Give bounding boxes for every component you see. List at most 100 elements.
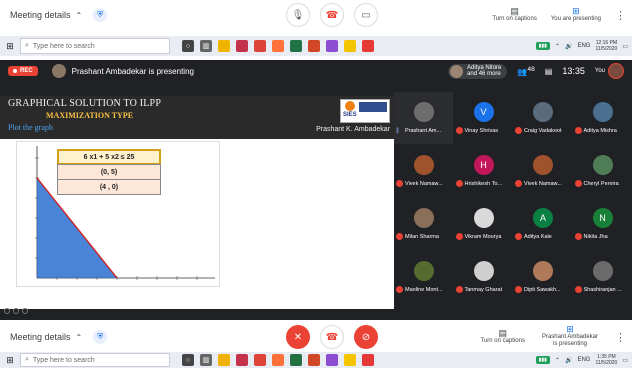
- camera-button[interactable]: ▭: [354, 3, 378, 27]
- participant-tile[interactable]: Shashiranjan ...: [573, 251, 632, 303]
- meeting-details-button-bottom[interactable]: Meeting details ⌃ ⛨: [10, 330, 108, 344]
- speaking-icon: ∥: [396, 128, 399, 134]
- powerpoint-icon[interactable]: [308, 40, 320, 52]
- participants-more[interactable]: Aditya Nitore and 46 more: [448, 63, 508, 79]
- mic-off-icon: ✕: [293, 331, 303, 343]
- participant-tile[interactable]: Vivek Namaw...: [513, 145, 572, 197]
- presenting-label: You are presenting: [550, 15, 601, 22]
- participant-tile[interactable]: Vikram Mourya: [454, 198, 513, 250]
- participant-tile[interactable]: Craig Vadakoot: [513, 92, 572, 144]
- participant-avatar: H: [473, 155, 494, 175]
- battery-indicator-icon[interactable]: ▮▮▮: [535, 42, 550, 50]
- powerpoint-icon[interactable]: [308, 354, 320, 366]
- phone-hangup-icon: ☎: [325, 331, 339, 343]
- captions-button-bottom[interactable]: ▤ Turn on captions: [481, 328, 525, 345]
- participant-name-row: Tanmay Gharat: [455, 286, 513, 293]
- task-view-icon[interactable]: ▥: [200, 40, 212, 52]
- participant-name-row: Dipti Sawakh...: [515, 286, 572, 293]
- taskbar-search[interactable]: ⌕ Type here to search: [20, 38, 170, 54]
- presenting-label-bottom: Prashant Ambadekar is presenting: [541, 334, 599, 347]
- chrome-icon[interactable]: [254, 354, 266, 366]
- people-button[interactable]: 👥48: [517, 66, 534, 77]
- camera-off-icon: ⊘: [361, 331, 371, 343]
- mic-icon: 🎙: [291, 9, 305, 21]
- microphone-button[interactable]: 🎙: [286, 3, 310, 27]
- participant-tile[interactable]: Aditya Mishra: [573, 92, 632, 144]
- firefox-icon[interactable]: [272, 40, 284, 52]
- store-icon[interactable]: [236, 40, 248, 52]
- clock-bottom[interactable]: 1:35 PM 11/5/2020: [595, 354, 617, 366]
- presenting-text: Prashant Ambadekar is presenting: [71, 66, 194, 76]
- slide-play-icon[interactable]: [13, 308, 19, 314]
- more-options-icon[interactable]: ⋮: [615, 9, 626, 22]
- participant-name-row: Aditya Kale: [515, 233, 572, 240]
- language-indicator[interactable]: ENG: [577, 43, 590, 49]
- onenote-icon[interactable]: [326, 354, 338, 366]
- firefox-icon[interactable]: [272, 354, 284, 366]
- volume-icon[interactable]: 🔊: [565, 357, 572, 364]
- participant-name: Tanmay Gharat: [464, 286, 503, 293]
- mic-off-icon: [515, 127, 522, 134]
- participant-tile[interactable]: Milan Sharma: [394, 198, 453, 250]
- slide-prev-icon[interactable]: [4, 308, 10, 314]
- chat-icon[interactable]: ▤: [545, 67, 553, 76]
- mic-muted-button[interactable]: ✕: [286, 325, 310, 349]
- participant-tile[interactable]: H Hrishikesh To...: [454, 145, 513, 197]
- participant-tile[interactable]: Dipti Sawakh...: [513, 251, 572, 303]
- pdf-icon[interactable]: [362, 40, 374, 52]
- participant-tile[interactable]: V Vinay Shrivas: [454, 92, 513, 144]
- participant-avatar: V: [473, 102, 494, 122]
- excel-icon[interactable]: [290, 354, 302, 366]
- meeting-details-label-bottom: Meeting details: [10, 332, 71, 342]
- participants-grid: ∥ Prashant Am... V Vinay Shrivas Craig Vadak…: [394, 82, 632, 312]
- taskbar-search-bottom[interactable]: ⌕ Type here to search: [20, 353, 170, 367]
- presenting-button-bottom[interactable]: ⊞ Prashant Ambadekar is presenting: [539, 325, 601, 348]
- battery-indicator-icon[interactable]: ▮▮▮: [535, 356, 550, 364]
- more-options-icon[interactable]: ⋮: [615, 331, 626, 344]
- tray-chevron-icon[interactable]: ⌃: [555, 357, 560, 364]
- notification-icon[interactable]: ▭: [622, 43, 628, 50]
- shield-icon[interactable]: ⛨: [93, 330, 108, 344]
- participant-tile[interactable]: Vivek Namaw...: [394, 145, 453, 197]
- tray-chevron-icon[interactable]: ⌃: [555, 43, 560, 50]
- participant-tile[interactable]: A Aditya Kale: [513, 198, 572, 250]
- windows-start-icon[interactable]: ⊞: [0, 350, 20, 368]
- slide-header: GRAPHICAL SOLUTION TO ILPP MAXIMIZATION …: [0, 96, 394, 139]
- excel-icon[interactable]: [290, 40, 302, 52]
- meet-stage: REC Prashant Ambadekar is presenting Adi…: [0, 60, 632, 320]
- end-call-button-bottom[interactable]: ☎: [320, 325, 344, 349]
- pdf-icon[interactable]: [362, 354, 374, 366]
- self-view[interactable]: You: [595, 63, 624, 79]
- participant-avatar: [414, 208, 434, 228]
- onenote-icon[interactable]: [326, 40, 338, 52]
- participant-tile[interactable]: N Nikita Jha: [573, 198, 632, 250]
- shield-icon[interactable]: ⛨: [93, 8, 108, 22]
- meeting-details-button[interactable]: Meeting details ⌃ ⛨: [10, 8, 108, 22]
- file-explorer-icon[interactable]: [218, 354, 230, 366]
- language-indicator-bottom[interactable]: ENG: [577, 357, 590, 363]
- file-explorer-icon[interactable]: [218, 40, 230, 52]
- chrome-icon[interactable]: [254, 40, 266, 52]
- clock[interactable]: 12:16 PM 11/5/2020: [595, 40, 617, 52]
- participant-name-row: Maoline Mont...: [396, 286, 453, 293]
- mic-off-icon: [455, 233, 463, 240]
- participant-tile[interactable]: ∥ Prashant Am...: [394, 92, 453, 144]
- task-view-icon[interactable]: ▥: [200, 354, 212, 366]
- end-call-button[interactable]: ☎: [320, 3, 344, 27]
- camera-off-button[interactable]: ⊘: [354, 325, 378, 349]
- cortana-icon[interactable]: ○: [182, 354, 194, 366]
- notes-icon[interactable]: [344, 40, 356, 52]
- store-icon[interactable]: [236, 354, 248, 366]
- notes-icon[interactable]: [344, 354, 356, 366]
- participant-name: Maoline Mont...: [405, 286, 443, 293]
- notification-icon[interactable]: ▭: [622, 357, 628, 364]
- cortana-icon[interactable]: ○: [182, 40, 194, 52]
- slide-next-icon[interactable]: [22, 308, 28, 314]
- participant-tile[interactable]: Cheryl Pereira: [573, 145, 632, 197]
- captions-button[interactable]: ▤ Turn on captions: [492, 6, 536, 23]
- participant-tile[interactable]: Maoline Mont...: [394, 251, 453, 303]
- windows-start-icon[interactable]: ⊞: [0, 36, 20, 56]
- presenting-button[interactable]: ⊞ You are presenting: [550, 6, 601, 23]
- participant-tile[interactable]: Tanmay Gharat: [454, 251, 513, 303]
- volume-icon[interactable]: 🔊: [565, 43, 572, 50]
